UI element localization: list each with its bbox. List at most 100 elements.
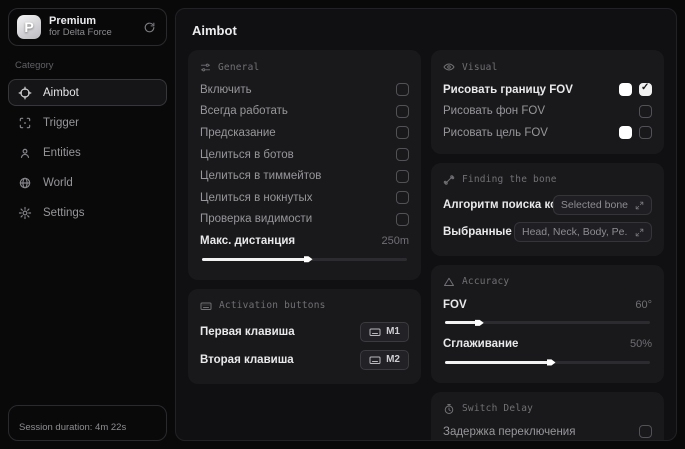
draw-fov-background-checkbox[interactable] — [639, 105, 652, 118]
page-title: Aimbot — [192, 23, 664, 38]
setting-label: Макс. дистанция — [200, 235, 295, 247]
fov-slider[interactable] — [445, 318, 650, 327]
setting-row: Проверка видимости — [200, 209, 409, 231]
finding-bone-panel: Finding the bone Алгоритм поиска костей … — [431, 163, 664, 256]
max-distance-slider[interactable] — [202, 255, 407, 264]
setting-label: Выбранные кости — [443, 226, 514, 238]
smoothing-slider[interactable] — [445, 358, 650, 367]
sidebar-item-label: Trigger — [43, 117, 79, 129]
sidebar-item-label: World — [43, 177, 73, 189]
setting-label: Целиться в нокнутых — [200, 192, 313, 204]
setting-label: Алгоритм поиска костей — [443, 199, 553, 211]
setting-label: FOV — [443, 299, 467, 311]
enable-checkbox[interactable] — [396, 83, 409, 96]
sidebar-item-label: Aimbot — [43, 87, 79, 99]
trigger-scope-icon — [18, 116, 32, 130]
gear-icon — [18, 206, 32, 220]
bone-algorithm-select[interactable]: Selected bone — [553, 195, 652, 215]
logo-icon: P — [17, 15, 41, 39]
keybind-row: Вторая клавиша M2 — [200, 346, 409, 374]
slider-thumb[interactable] — [547, 358, 556, 366]
always-work-checkbox[interactable] — [396, 105, 409, 118]
visual-panel: Visual Рисовать границу FOV Рисовать фон… — [431, 50, 664, 154]
category-nav: Aimbot Trigger Entities World — [8, 79, 167, 226]
sidebar-item-world[interactable]: World — [8, 169, 167, 196]
draw-fov-border-checkbox[interactable] — [639, 83, 652, 96]
setting-row: Рисовать фон FOV — [443, 101, 652, 123]
second-key-button[interactable]: M2 — [360, 350, 409, 370]
setting-label: Рисовать цель FOV — [443, 127, 548, 139]
left-column: General Включить Всегда работать Предска… — [188, 50, 421, 441]
smoothing-value: 50% — [630, 338, 652, 350]
app-subtitle: for Delta Force — [49, 28, 135, 39]
slider-row: Макс. дистанция 250m — [200, 230, 409, 252]
sidebar: P Premium for Delta Force Category Aimbo… — [0, 0, 175, 449]
visibility-check-checkbox[interactable] — [396, 213, 409, 226]
session-duration: Session duration: 4m 22s — [19, 422, 126, 433]
dropdown-row: Выбранные кости Head, Neck, Body, Pe... — [443, 219, 652, 246]
selected-bones-select[interactable]: Head, Neck, Body, Pe... — [514, 222, 652, 242]
panel-title: Finding the bone — [462, 174, 557, 185]
sidebar-item-settings[interactable]: Settings — [8, 199, 167, 226]
sidebar-item-label: Entities — [43, 147, 81, 159]
setting-row: Целиться в тиммейтов — [200, 165, 409, 187]
fov-target-color-swatch[interactable] — [619, 126, 632, 139]
switch-delay-panel: Switch Delay Задержка переключения Задер… — [431, 392, 664, 441]
panel-title: Visual — [462, 62, 498, 73]
refresh-icon[interactable] — [143, 21, 156, 34]
app-window: P Premium for Delta Force Category Aimbo… — [0, 0, 685, 449]
slider-row: Сглаживание 50% — [443, 333, 652, 355]
setting-row: Предсказание — [200, 122, 409, 144]
target-teammates-checkbox[interactable] — [396, 170, 409, 183]
setting-row: Целиться в ботов — [200, 144, 409, 166]
setting-label: Вторая клавиша — [200, 354, 294, 366]
setting-label: Целиться в ботов — [200, 149, 294, 161]
expand-icon — [635, 228, 644, 237]
max-distance-value: 250m — [381, 235, 409, 247]
globe-icon — [18, 176, 32, 190]
accuracy-panel: Accuracy FOV 60° Сглаживание 5 — [431, 265, 664, 383]
first-key-button[interactable]: M1 — [360, 322, 409, 342]
setting-label: Сглаживание — [443, 338, 518, 350]
panel-title: Switch Delay — [462, 403, 533, 414]
setting-label: Предсказание — [200, 127, 276, 139]
target-knocked-checkbox[interactable] — [396, 191, 409, 204]
keyboard-icon — [369, 354, 381, 366]
fov-value: 60° — [635, 299, 652, 311]
entities-person-icon — [18, 146, 32, 160]
selected-value: Selected bone — [561, 199, 628, 211]
logo-card: P Premium for Delta Force — [8, 8, 167, 46]
crosshair-icon — [18, 86, 32, 100]
target-bots-checkbox[interactable] — [396, 148, 409, 161]
sidebar-item-aimbot[interactable]: Aimbot — [8, 79, 167, 106]
bone-icon — [443, 174, 455, 186]
eye-icon — [443, 61, 455, 73]
category-label: Category — [15, 60, 167, 71]
sidebar-item-entities[interactable]: Entities — [8, 139, 167, 166]
activation-buttons-panel: Activation buttons Первая клавиша M1 Вто… — [188, 289, 421, 384]
keyboard-icon — [369, 326, 381, 338]
selected-value: Head, Neck, Body, Pe... — [522, 226, 628, 238]
sidebar-item-trigger[interactable]: Trigger — [8, 109, 167, 136]
keyboard-icon — [200, 300, 212, 312]
prediction-checkbox[interactable] — [396, 126, 409, 139]
right-column: Visual Рисовать границу FOV Рисовать фон… — [431, 50, 664, 441]
setting-row: Рисовать цель FOV — [443, 122, 652, 144]
slider-thumb[interactable] — [475, 319, 484, 327]
draw-fov-target-checkbox[interactable] — [639, 126, 652, 139]
sidebar-item-label: Settings — [43, 207, 85, 219]
sliders-icon — [200, 62, 211, 73]
general-panel: General Включить Всегда работать Предска… — [188, 50, 421, 280]
main-panel: Aimbot General Включить — [175, 8, 677, 441]
setting-row: Включить — [200, 79, 409, 101]
setting-label: Проверка видимости — [200, 213, 312, 225]
panel-title: Activation buttons — [219, 300, 326, 311]
fov-border-color-swatch[interactable] — [619, 83, 632, 96]
setting-label: Включить — [200, 84, 252, 96]
setting-row: Всегда работать — [200, 101, 409, 123]
slider-thumb[interactable] — [304, 255, 313, 263]
keybind-row: Первая клавиша M1 — [200, 318, 409, 346]
slider-row: FOV 60° — [443, 294, 652, 316]
app-title: Premium — [49, 15, 135, 28]
switch-delay-checkbox[interactable] — [639, 425, 652, 438]
